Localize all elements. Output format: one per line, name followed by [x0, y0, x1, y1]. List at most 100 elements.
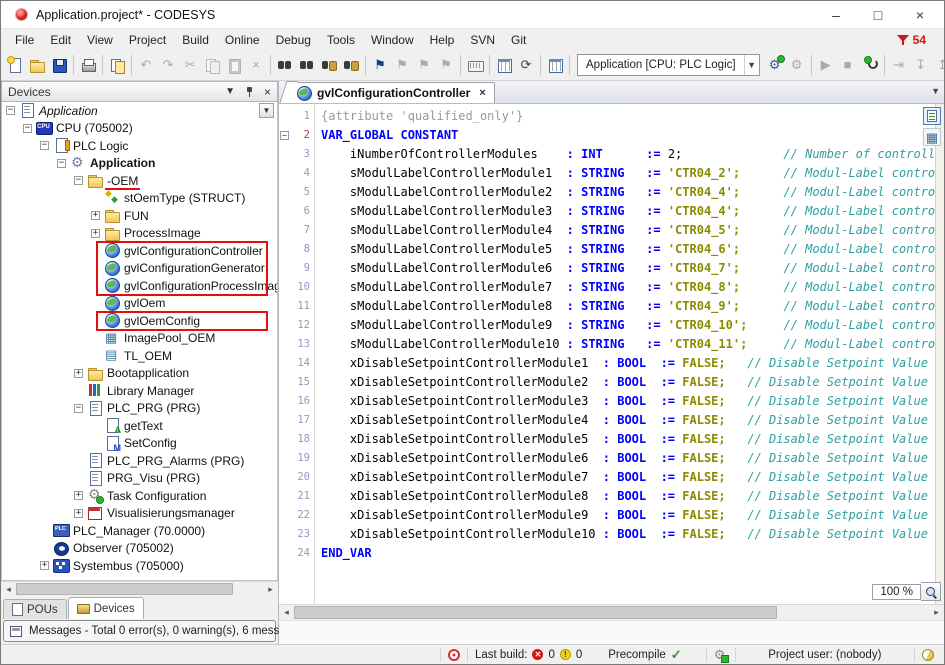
find-replace-button[interactable] — [296, 54, 318, 76]
debug-settings-button[interactable] — [859, 54, 881, 76]
print-button[interactable] — [77, 54, 99, 76]
tree-item-plc-prg-prg[interactable]: −PLC_PRG (PRG) — [2, 400, 277, 418]
tree-item-stoemtype-struct[interactable]: stOemType (STRUCT) — [2, 190, 277, 208]
tree-expander-icon[interactable]: − — [40, 141, 49, 150]
tree-expander-icon[interactable]: − — [23, 124, 32, 133]
menu-svn[interactable]: SVN — [462, 31, 503, 49]
tree-horizontal-scrollbar[interactable]: ◂ ▸ — [1, 581, 278, 596]
tree-expander-icon[interactable]: + — [91, 211, 100, 220]
zoom-button[interactable] — [921, 582, 941, 601]
menu-git[interactable]: Git — [503, 31, 534, 49]
combo-dropdown-icon[interactable]: ▼ — [744, 55, 759, 75]
panel-tab-devices[interactable]: Devices — [68, 597, 144, 619]
minimize-button[interactable]: – — [828, 8, 844, 22]
menu-window[interactable]: Window — [363, 31, 422, 49]
tree-item-observer-705002[interactable]: Observer (705002) — [2, 540, 277, 558]
menu-file[interactable]: File — [7, 31, 42, 49]
tab-list-dropdown-icon[interactable]: ▼ — [931, 86, 940, 96]
tree-expander-icon[interactable]: − — [6, 106, 15, 115]
new-object-button[interactable] — [493, 54, 515, 76]
tree-item-oem[interactable]: −-OEM — [2, 172, 277, 190]
textual-view-button[interactable] — [923, 107, 941, 125]
active-application-combo[interactable]: Application [CPU: PLC Logic]▼ — [577, 54, 760, 76]
gutter-line: 20 — [279, 468, 314, 487]
tree-expander-icon[interactable]: + — [74, 491, 83, 500]
tree-item-cpu-705002[interactable]: −CPU (705002) — [2, 120, 277, 138]
message-filter-icon[interactable] — [897, 34, 909, 46]
tree-item-gvlconfigurationprocessimage[interactable]: gvlConfigurationProcessImage — [2, 277, 277, 295]
tree-item-application[interactable]: −Application — [2, 155, 277, 173]
menu-build[interactable]: Build — [174, 31, 217, 49]
tree-item-imagepool-oem[interactable]: ImagePool_OEM — [2, 330, 277, 348]
close-button[interactable]: × — [912, 8, 928, 22]
login-button[interactable]: ⚙ — [764, 54, 786, 76]
tree-expander-icon[interactable]: − — [57, 159, 66, 168]
messages-bar[interactable]: Messages - Total 0 error(s), 0 warning(s… — [1, 619, 278, 644]
tab-close-icon[interactable]: × — [479, 87, 485, 99]
find-button[interactable] — [274, 54, 296, 76]
editor-tab-gvlconfigurationcontroller[interactable]: gvlConfigurationController × — [289, 82, 495, 103]
replace-in-project-button[interactable] — [340, 54, 362, 76]
menu-debug[interactable]: Debug — [268, 31, 319, 49]
tree-item-plc-prg-alarms-prg[interactable]: PLC_PRG_Alarms (PRG) — [2, 452, 277, 470]
new-doc-button[interactable] — [4, 54, 26, 76]
tree-expander-icon[interactable]: + — [40, 561, 49, 570]
menu-help[interactable]: Help — [422, 31, 463, 49]
tree-expander-icon[interactable]: + — [74, 509, 83, 518]
scroll-left-icon[interactable]: ◂ — [1, 582, 16, 596]
scroll-right-icon[interactable]: ▸ — [263, 582, 278, 596]
tree-item-gvlconfigurationcontroller[interactable]: gvlConfigurationController — [2, 242, 277, 260]
tree-item-systembus-705000[interactable]: +Systembus (705000) — [2, 557, 277, 575]
tree-item-gvloemconfig[interactable]: gvlOemConfig — [2, 312, 277, 330]
tree-item-fun[interactable]: +FUN — [2, 207, 277, 225]
copy-project-button[interactable] — [106, 54, 128, 76]
panel-close-icon[interactable]: × — [264, 87, 271, 97]
menu-view[interactable]: View — [79, 31, 121, 49]
tree-item-prg-visu-prg[interactable]: PRG_Visu (PRG) — [2, 470, 277, 488]
tree-item-gvlconfigurationgenerator[interactable]: gvlConfigurationGenerator — [2, 260, 277, 278]
editor-horizontal-scrollbar[interactable]: ◂ ▸ — [279, 604, 944, 620]
panel-menu-dropdown-icon[interactable]: ▼ — [225, 87, 235, 97]
tree-expander-icon[interactable]: − — [74, 404, 83, 413]
tree-expander-icon[interactable]: − — [74, 176, 83, 185]
tree-item-processimage[interactable]: +ProcessImage — [2, 225, 277, 243]
refactor-button[interactable]: ⟳ — [515, 54, 537, 76]
editor-vertical-scrollbar[interactable] — [935, 104, 944, 604]
tree-item-plc-manager-70-0000[interactable]: PLC_Manager (70.0000) — [2, 522, 277, 540]
input-assistant-button[interactable] — [464, 54, 486, 76]
tree-item-library-manager[interactable]: Library Manager — [2, 382, 277, 400]
bookmark-button[interactable]: ⚑ — [369, 54, 391, 76]
root-dropdown-icon[interactable]: ▼ — [259, 103, 274, 118]
scroll-right-icon[interactable]: ▸ — [929, 605, 944, 620]
tree-item-setconfig[interactable]: SetConfig — [2, 435, 277, 453]
tree-item-tl-oem[interactable]: TL_OEM — [2, 347, 277, 365]
panel-tab-pous[interactable]: POUs — [3, 599, 67, 619]
filter-count[interactable]: 54 — [913, 33, 926, 47]
menu-tools[interactable]: Tools — [319, 31, 363, 49]
fold-collapse-icon[interactable]: − — [280, 131, 289, 140]
open-folder-button[interactable] — [26, 54, 48, 76]
menu-online[interactable]: Online — [217, 31, 268, 49]
tree-expander-icon[interactable]: + — [91, 229, 100, 238]
panel-pin-icon[interactable] — [245, 86, 254, 98]
code-content[interactable]: {attribute 'qualified_only'}VAR_GLOBAL C… — [315, 104, 935, 604]
tree-item-plc-logic[interactable]: −PLC Logic — [2, 137, 277, 155]
tree-item-visualisierungsmanager[interactable]: +Visualisierungsmanager — [2, 505, 277, 523]
scroll-left-icon[interactable]: ◂ — [279, 605, 294, 620]
maximize-button[interactable]: □ — [870, 8, 886, 22]
tree-item-task-configuration[interactable]: +Task Configuration — [2, 487, 277, 505]
find-in-project-button[interactable] — [318, 54, 340, 76]
menu-edit[interactable]: Edit — [42, 31, 79, 49]
tree-item-bootapplication[interactable]: +Bootapplication — [2, 365, 277, 383]
menu-project[interactable]: Project — [121, 31, 174, 49]
tabular-view-button[interactable]: ▦ — [923, 128, 941, 146]
gutter-line: 17 — [279, 411, 314, 430]
build-button[interactable] — [544, 54, 566, 76]
zoom-level[interactable]: 100 % — [872, 584, 921, 600]
tree-item-gvloem[interactable]: gvlOem — [2, 295, 277, 313]
declaration-editor[interactable]: 1−23456789101112131415161718192021222324… — [279, 104, 944, 604]
save-button[interactable] — [48, 54, 70, 76]
tree-item-application[interactable]: −Application▼ — [2, 102, 277, 120]
tree-item-gettext[interactable]: getText — [2, 417, 277, 435]
tree-expander-icon[interactable]: + — [74, 369, 83, 378]
